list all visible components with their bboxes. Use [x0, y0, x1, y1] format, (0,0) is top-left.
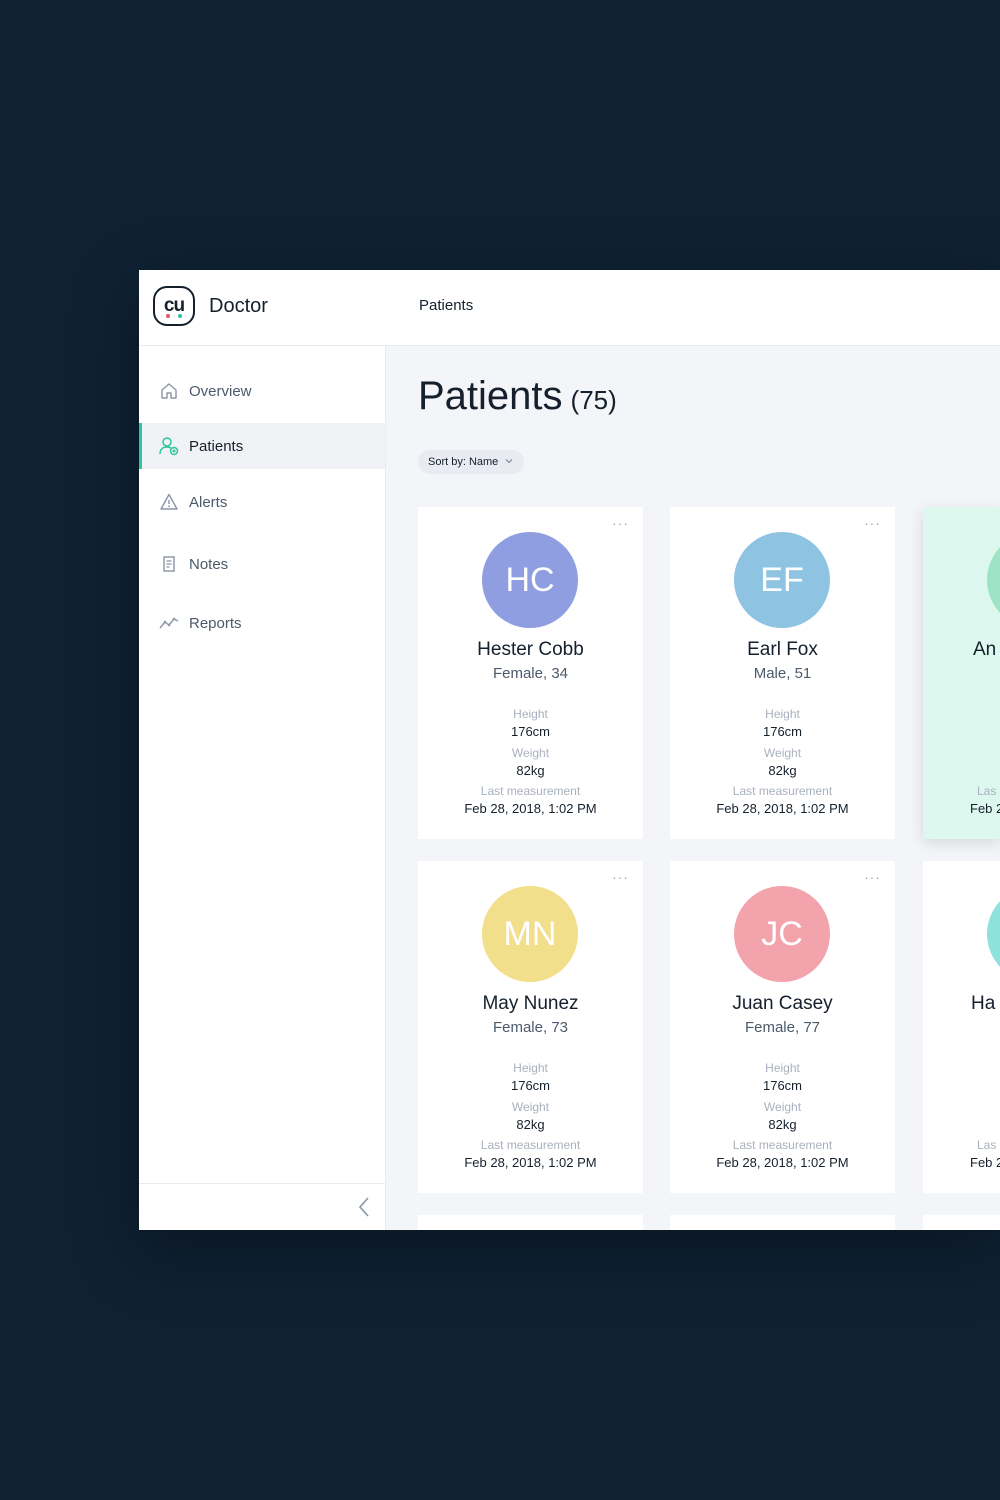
last-measurement-label: Last measurement	[732, 1138, 833, 1152]
last-measurement-label: Last measurement	[480, 1138, 581, 1152]
main-content: Patients (75) Sort by: Name ··· HC Heste…	[386, 346, 1000, 1230]
more-options-icon[interactable]: ···	[864, 515, 881, 531]
weight-label: Weight	[511, 746, 550, 760]
patient-name: Ha	[971, 993, 996, 1014]
header-title: Patients	[419, 297, 474, 314]
patient-gender-age: Male, 51	[753, 665, 812, 682]
more-options-icon[interactable]: ···	[612, 515, 629, 531]
patient-card[interactable]: ··· JC Juan Casey Female, 77 Height 176c…	[670, 861, 895, 1193]
avatar	[987, 886, 1000, 982]
last-measurement-value: Feb 28, 2018, 1:02 PM	[464, 801, 597, 816]
last-measurement-value: Feb 28, 2018, 1:02 PM	[716, 1155, 849, 1170]
more-options-icon[interactable]: ···	[612, 869, 629, 885]
avatar	[987, 532, 1000, 628]
patient-card[interactable]: ··· EF Earl Fox Male, 51 Height 176cm We…	[670, 507, 895, 839]
weight-label: Weight	[763, 746, 802, 760]
patient-card[interactable]	[923, 1215, 1000, 1230]
last-measurement-value: Feb 28, 2018, 1:02 PM	[716, 801, 849, 816]
weight-value: 82kg	[516, 763, 545, 778]
height-value: 176cm	[510, 1078, 551, 1093]
logo-icon: cu	[153, 286, 195, 326]
patient-card[interactable]: ··· HC Hester Cobb Female, 34 Height 176…	[418, 507, 643, 839]
sort-label: Sort by: Name	[428, 456, 499, 468]
top-bar: cu Doctor Patients	[139, 270, 1000, 346]
app-window: cu Doctor Patients Overview Patients Ale…	[139, 270, 1000, 1230]
page-title: Patients (75)	[418, 374, 617, 419]
patient-gender-age: Female, 34	[492, 665, 569, 682]
sidebar-item-reports[interactable]: Reports	[139, 600, 385, 646]
sidebar-item-label: Notes	[189, 555, 229, 573]
height-label: Height	[513, 707, 548, 721]
brand[interactable]: cu Doctor	[153, 286, 268, 326]
trend-line-icon	[159, 613, 179, 633]
patient-gender-age: Female, 73	[492, 1019, 569, 1036]
sidebar-item-label: Overview	[189, 382, 252, 400]
weight-value: 82kg	[768, 1117, 797, 1132]
patient-name: May Nunez	[482, 993, 579, 1014]
alert-triangle-icon	[159, 492, 179, 512]
height-value: 176cm	[762, 1078, 803, 1093]
last-measurement-value: Feb 2	[970, 801, 1000, 816]
brand-name: Doctor	[209, 294, 268, 317]
patient-count: (75)	[570, 385, 617, 415]
patient-name: Earl Fox	[747, 639, 818, 660]
chevron-down-icon	[504, 456, 514, 468]
sidebar: Overview Patients Alerts Notes Reports	[139, 346, 386, 1230]
last-measurement-value: Feb 28, 2018, 1:02 PM	[464, 1155, 597, 1170]
last-measurement-label: Last measurement	[732, 784, 833, 798]
page-title-text: Patients	[418, 374, 563, 418]
sidebar-item-label: Patients	[189, 437, 244, 455]
sidebar-item-label: Reports	[189, 614, 242, 632]
height-value: 176cm	[510, 724, 551, 739]
sidebar-item-label: Alerts	[189, 493, 228, 511]
avatar: JC	[734, 886, 830, 982]
height-label: Height	[513, 1061, 548, 1075]
sort-dropdown[interactable]: Sort by: Name	[418, 450, 525, 474]
document-icon	[159, 554, 179, 574]
sidebar-item-alerts[interactable]: Alerts	[139, 479, 385, 525]
last-measurement-label: Last measurement	[480, 784, 581, 798]
sidebar-item-patients[interactable]: Patients	[139, 423, 385, 469]
home-icon	[159, 381, 179, 401]
avatar: HC	[482, 532, 578, 628]
patient-gender-age: Female, 77	[744, 1019, 821, 1036]
last-measurement-label: Las	[977, 784, 997, 798]
patient-card-selected[interactable]: An Las Feb 2	[923, 507, 1000, 839]
height-label: Height	[765, 707, 800, 721]
sidebar-item-notes[interactable]: Notes	[139, 541, 385, 587]
last-measurement-value: Feb 2	[970, 1155, 1000, 1170]
more-options-icon[interactable]: ···	[864, 869, 881, 885]
weight-label: Weight	[511, 1100, 550, 1114]
avatar: MN	[482, 886, 578, 982]
avatar: EF	[734, 532, 830, 628]
patient-name: Hester Cobb	[477, 639, 584, 660]
chevron-left-icon[interactable]	[357, 1196, 371, 1223]
weight-value: 82kg	[768, 763, 797, 778]
last-measurement-label: Las	[977, 1138, 997, 1152]
patient-name: An	[973, 639, 997, 660]
patient-name: Juan Casey	[732, 993, 833, 1014]
height-label: Height	[765, 1061, 800, 1075]
patient-card[interactable]: Ha Las Feb 2	[923, 861, 1000, 1193]
sidebar-item-overview[interactable]: Overview	[139, 368, 385, 414]
height-value: 176cm	[762, 724, 803, 739]
patient-card[interactable]: ··· MN May Nunez Female, 73 Height 176cm…	[418, 861, 643, 1193]
weight-label: Weight	[763, 1100, 802, 1114]
sidebar-collapse-bar	[139, 1183, 385, 1230]
patient-card[interactable]	[670, 1215, 895, 1230]
weight-value: 82kg	[516, 1117, 545, 1132]
patient-card[interactable]	[418, 1215, 643, 1230]
user-plus-icon	[159, 436, 179, 456]
